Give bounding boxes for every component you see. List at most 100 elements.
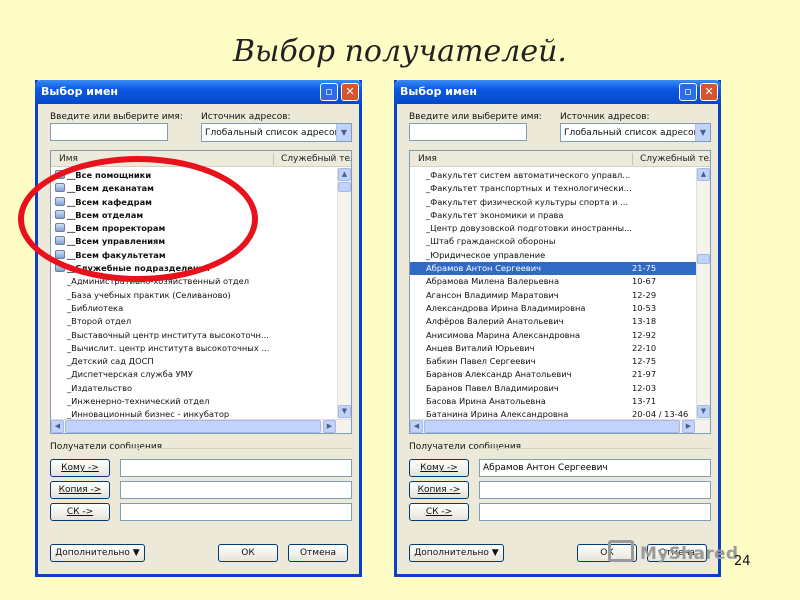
scroll-up-icon[interactable]: ▲ [338,168,351,181]
recipients-label: Получатели сообщения [50,442,163,452]
list-item[interactable]: Баранов Александр Анатольевич 21-97 [410,368,696,381]
list-item[interactable]: _Детский сад ДОСП [51,355,337,368]
dialog-titlebar[interactable]: Выбор имен ▫ ✕ [394,80,721,104]
column-header-phone[interactable]: Служебный тел [281,154,351,164]
address-list[interactable]: Имя Служебный тел _Факультет систем автома… [409,150,711,434]
maximize-icon[interactable]: ▫ [320,83,338,101]
contact-phone: 13-71 [632,396,657,407]
more-options-label: Дополнительно [55,548,130,558]
list-item[interactable]: Анцев Виталий Юрьевич 22-10 [410,342,696,355]
contact-name: _Юридическое управление [426,249,546,260]
bcc-field[interactable] [479,503,711,521]
scroll-left-icon[interactable]: ◀ [51,420,64,433]
contact-name: Александрова Ирина Владимировна [426,302,586,313]
contact-name: Алфёров Валерий Анатольевич [426,316,564,327]
contact-name: _Штаб гражданской обороны [426,236,556,247]
contact-phone: 13-18 [632,316,657,327]
scroll-thumb-horizontal[interactable] [424,420,680,433]
cancel-button[interactable]: Отмена [288,544,348,562]
list-item[interactable]: _База учебных практик (Селиваново) [51,289,337,302]
scroll-down-icon[interactable]: ▼ [697,405,710,418]
name-input[interactable] [50,123,168,141]
list-item[interactable]: _Юридическое управление [410,249,696,262]
list-item[interactable]: _Издательство [51,382,337,395]
to-field[interactable]: Абрамов Антон Сергеевич [479,459,711,477]
list-item[interactable]: Анисимова Марина Александровна 12-92 [410,329,696,342]
contact-name: _Второй отдел [67,316,132,327]
list-item[interactable]: _Центр довузовской подготовки иностранны… [410,222,696,235]
close-icon[interactable]: ✕ [700,83,718,101]
chevron-down-icon[interactable]: ▼ [695,124,710,141]
contact-name: Абрамов Антон Сергеевич [426,263,541,274]
scroll-thumb[interactable] [338,182,351,192]
horizontal-scrollbar[interactable]: ◀ ▶ [51,419,351,433]
address-source-select[interactable]: Глобальный список адресов ▼ [560,123,711,142]
dialog-title: Выбор имен [400,85,478,98]
horizontal-scrollbar[interactable]: ◀ ▶ [410,419,710,433]
contact-name: _Библиотека [67,302,124,313]
dialog-titlebar[interactable]: Выбор имен ▫ ✕ [35,80,362,104]
column-header-phone[interactable]: Служебный тел [640,154,710,164]
scroll-thumb-horizontal[interactable] [65,420,321,433]
address-source-label: Источник адресов: [201,112,291,122]
to-button[interactable]: Кому -> [409,459,469,477]
scroll-up-icon[interactable]: ▲ [697,168,710,181]
bcc-button[interactable]: СК -> [50,503,110,521]
address-source-value: Глобальный список адресов [564,128,699,138]
contact-name: Баранов Павел Владимирович [426,382,559,393]
contact-phone: 12-75 [632,356,657,367]
bcc-field[interactable] [120,503,352,521]
to-button[interactable]: Кому -> [50,459,110,477]
cc-button[interactable]: Копия -> [50,481,110,499]
list-item[interactable]: _Библиотека [51,302,337,315]
list-item[interactable]: Абрамов Антон Сергеевич 21-75 [410,262,696,276]
list-item[interactable]: Баранов Павел Владимирович 12-03 [410,382,696,395]
column-header-name[interactable]: Имя [418,154,437,164]
contact-name: _Факультет систем автоматического управл… [426,170,631,180]
list-item[interactable]: _Диспетчерская служба УМУ [51,368,337,381]
ok-button[interactable]: ОК [218,544,278,562]
name-input-label: Введите или выберите имя: [409,112,542,122]
to-field[interactable] [120,459,352,477]
list-item[interactable]: _Факультет экономики и права [410,209,696,222]
list-item[interactable]: Бабкин Павел Сергеевич 12-75 [410,355,696,368]
list-item[interactable]: _Факультет физической культуры спорта и … [410,196,696,209]
list-item[interactable]: _Вычислит. центр института высокоточных … [51,342,337,355]
list-item[interactable]: _Инженерно-технический отдел [51,395,337,408]
list-item[interactable]: Басова Ирина Анатольевна 13-71 [410,395,696,408]
cc-field[interactable] [120,481,352,499]
more-options-button[interactable]: Дополнительно ▼ [409,544,504,562]
scroll-left-icon[interactable]: ◀ [410,420,423,433]
list-item[interactable]: Алфёров Валерий Анатольевич 13-18 [410,315,696,328]
list-item[interactable]: Абрамова Милена Валерьевна 10-67 [410,275,696,288]
address-source-select[interactable]: Глобальный список адресов ▼ [201,123,352,142]
column-divider[interactable] [632,153,633,165]
close-icon[interactable]: ✕ [341,83,359,101]
contact-name: _Вычислит. центр института высокоточных … [67,342,270,353]
scroll-down-icon[interactable]: ▼ [338,405,351,418]
list-item[interactable]: _Второй отдел [51,315,337,328]
list-item[interactable]: Агансон Владимир Маратович 12-29 [410,289,696,302]
bcc-button[interactable]: СК -> [409,503,469,521]
vertical-scrollbar[interactable]: ▲ ▼ [696,168,710,419]
cc-button[interactable]: Копия -> [409,481,469,499]
column-divider[interactable] [273,153,274,165]
list-item[interactable]: _Факультет систем автоматического управл… [410,169,696,182]
scroll-thumb[interactable] [697,254,710,264]
list-item[interactable]: Александрова Ирина Владимировна 10-53 [410,302,696,315]
scroll-right-icon[interactable]: ▶ [323,420,336,433]
chevron-down-icon[interactable]: ▼ [336,124,351,141]
recipients-label: Получатели сообщения [409,442,522,452]
cc-field[interactable] [479,481,711,499]
maximize-icon[interactable]: ▫ [679,83,697,101]
list-item[interactable]: _Штаб гражданской обороны [410,235,696,248]
scroll-right-icon[interactable]: ▶ [682,420,695,433]
name-input[interactable] [409,123,527,141]
list-item[interactable]: _Выставочный центр института высокоточн.… [51,329,337,342]
contact-phone: 12-29 [632,289,657,300]
more-options-button[interactable]: Дополнительно ▼ [50,544,145,562]
vertical-scrollbar[interactable]: ▲ ▼ [337,168,351,419]
contact-phone: 21-75 [632,263,657,274]
column-header-name[interactable]: Имя [59,154,78,164]
list-item[interactable]: _Факультет транспортных и технологически… [410,182,696,195]
